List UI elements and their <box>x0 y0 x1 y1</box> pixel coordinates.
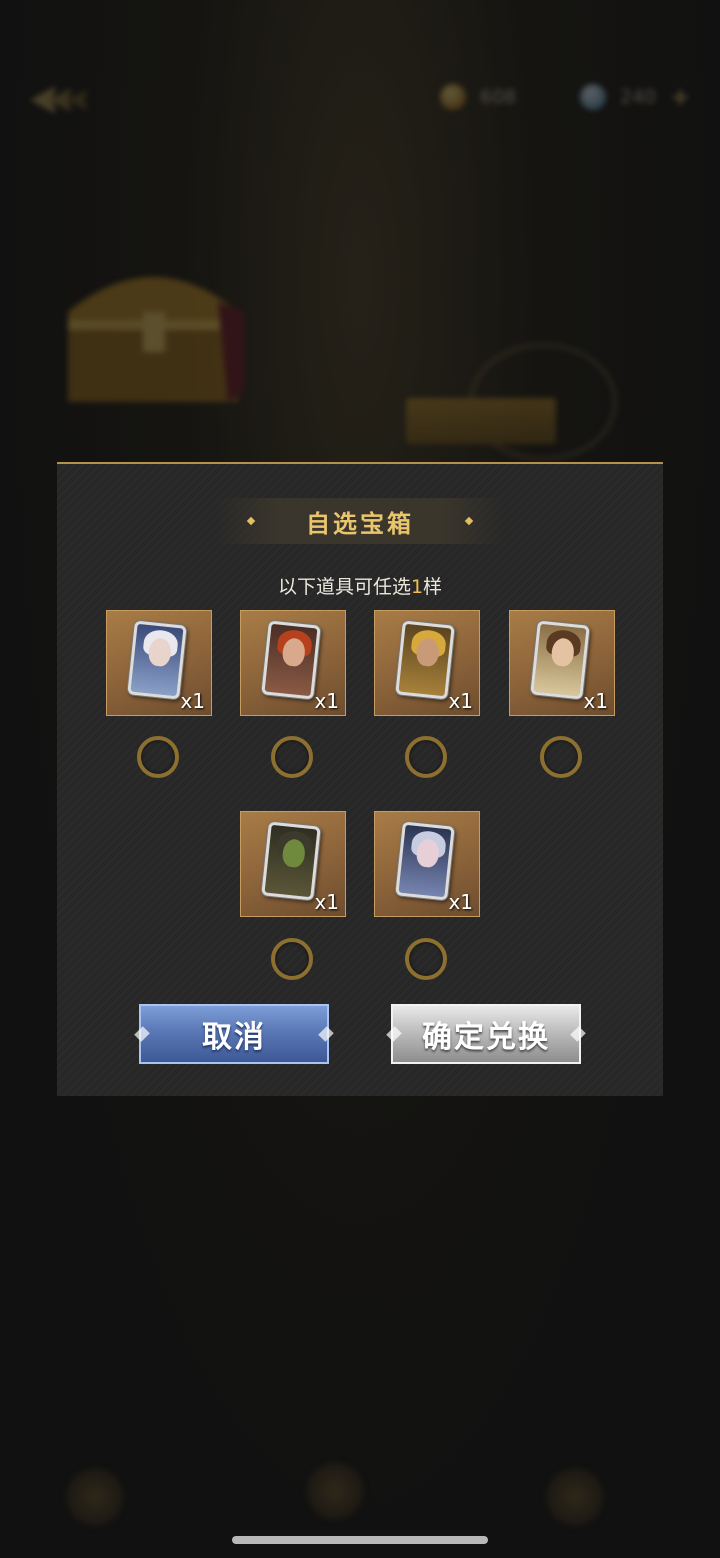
title-left-diamond-icon <box>246 516 256 526</box>
select-radio-5[interactable] <box>271 938 313 980</box>
reward-item-hero-card-noble[interactable]: x1 <box>509 610 615 716</box>
button-edge-right-icon <box>318 1026 334 1042</box>
hero-card-icon <box>395 620 455 700</box>
button-edge-left-icon <box>386 1026 402 1042</box>
cancel-button[interactable]: 取消 <box>134 1004 334 1064</box>
hero-card-icon <box>261 821 321 901</box>
home-indicator[interactable] <box>232 1536 488 1544</box>
item-quantity: x1 <box>448 689 473 713</box>
select-radio-3[interactable] <box>405 736 447 778</box>
reward-item-hero-card-silver-knight[interactable]: x1 <box>374 811 480 917</box>
button-edge-right-icon <box>570 1026 586 1042</box>
confirm-button-label: 确定兑换 <box>422 1020 550 1055</box>
hero-card-icon <box>127 620 187 700</box>
item-quantity: x1 <box>314 689 339 713</box>
hero-card-icon <box>395 821 455 901</box>
select-radio-1[interactable] <box>137 736 179 778</box>
reward-item-hero-card-orc[interactable]: x1 <box>240 811 346 917</box>
dialog-title-bar: 自选宝箱 <box>214 498 506 544</box>
subtitle-prefix: 以下道具可任选 <box>277 576 411 598</box>
item-quantity: x1 <box>583 689 608 713</box>
dialog-title: 自选宝箱 <box>306 509 414 538</box>
select-radio-4[interactable] <box>540 736 582 778</box>
cancel-button-label: 取消 <box>202 1020 266 1055</box>
item-quantity: x1 <box>448 890 473 914</box>
title-right-diamond-icon <box>464 516 474 526</box>
hero-card-icon <box>261 620 321 700</box>
item-quantity: x1 <box>180 689 205 713</box>
reward-item-hero-card-red-hair[interactable]: x1 <box>240 610 346 716</box>
button-edge-left-icon <box>134 1026 150 1042</box>
reward-item-hero-card-gold-crown[interactable]: x1 <box>374 610 480 716</box>
dialog-subtitle: 以下道具可任选1样 <box>57 572 663 599</box>
select-radio-6[interactable] <box>405 938 447 980</box>
reward-item-hero-card-white-hair[interactable]: x1 <box>106 610 212 716</box>
confirm-exchange-button[interactable]: 确定兑换 <box>386 1004 586 1064</box>
hero-card-icon <box>530 620 590 700</box>
select-chest-dialog: 自选宝箱 以下道具可任选1样 x1 x1 x1 x1 x1 x1 取消 确定兑换 <box>57 462 663 1096</box>
item-quantity: x1 <box>314 890 339 914</box>
subtitle-count: 1 <box>410 576 424 598</box>
subtitle-suffix: 样 <box>423 576 443 598</box>
select-radio-2[interactable] <box>271 736 313 778</box>
